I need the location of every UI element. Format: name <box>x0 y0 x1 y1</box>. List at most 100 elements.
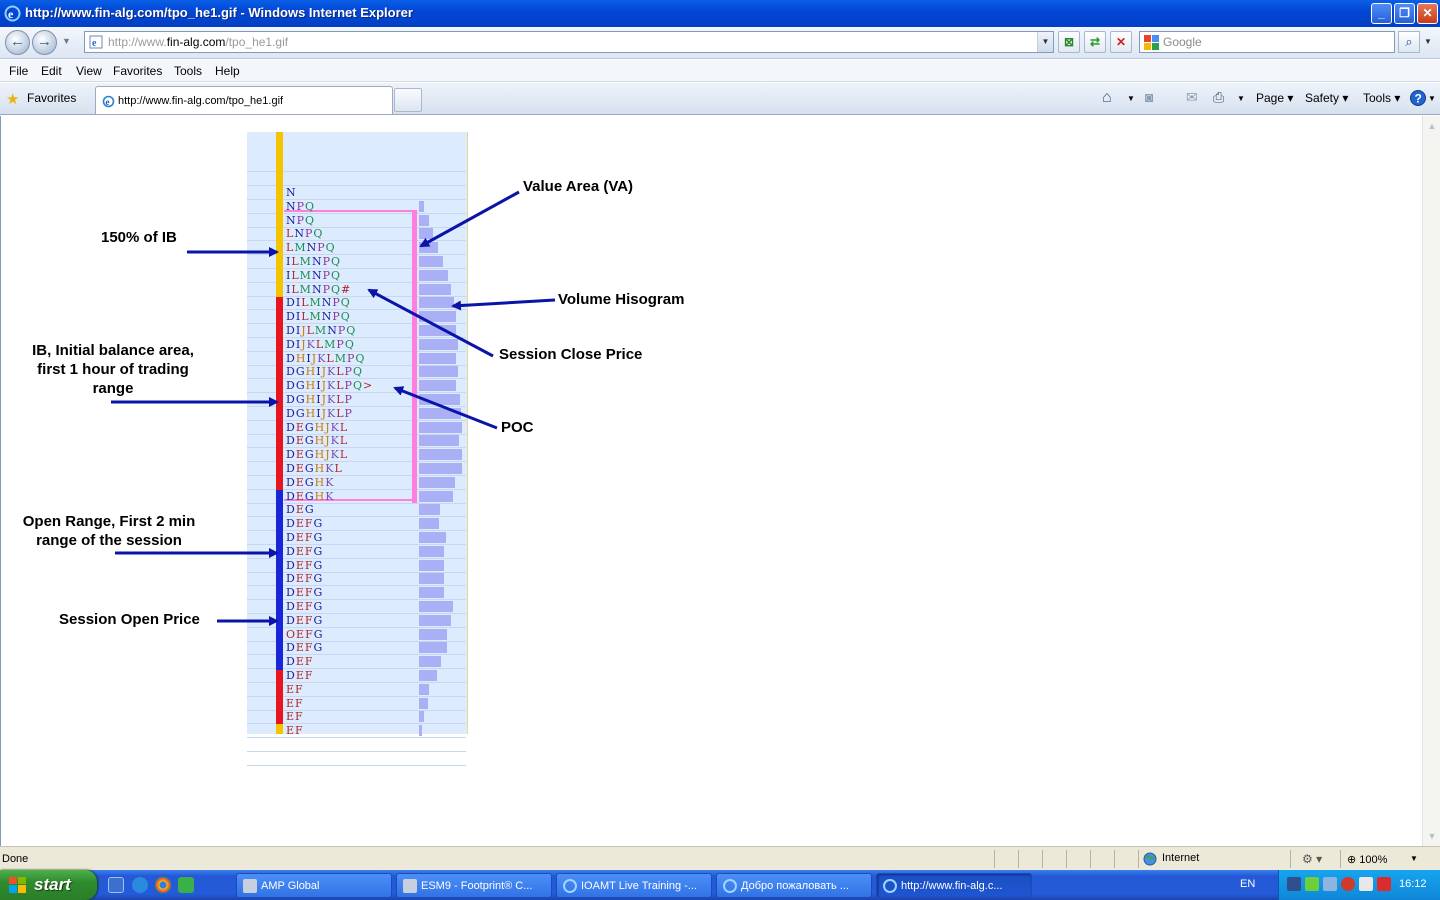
tray-sync-icon[interactable] <box>1323 877 1337 891</box>
status-bar: Done Internet ⚙ ▾ ⊕ 100% ▼ <box>0 846 1440 870</box>
label-volume-histogram: Volume Hisogram <box>558 291 685 308</box>
arrow-value-area <box>419 190 520 248</box>
help-icon[interactable]: ? <box>1409 89 1427 107</box>
favorites-bar: ★ Favorites e http://www.fin-alg.com/tpo… <box>0 83 1440 115</box>
page-content: N NPQ NPQ LNPQ LMNPQ ILMNPQ ILMNPQ ILMNPQ# DILMN… <box>0 116 1422 846</box>
annotation-arrows <box>111 190 556 626</box>
label-open-range: Open Range, First 2 min range of the ses… <box>22 513 196 549</box>
feeds-icon[interactable]: ◙ <box>1145 89 1163 107</box>
arrow-volume-histogram <box>451 298 556 311</box>
address-field[interactable]: e http://www.fin-alg.com/tpo_he1.gif ▼ <box>84 31 1054 53</box>
minimize-button[interactable]: _ <box>1371 3 1392 24</box>
google-icon <box>1144 35 1159 50</box>
stop-icon[interactable]: ✕ <box>1110 31 1132 53</box>
taskbar-item-ioamt[interactable]: IOAMT Live Training -... <box>556 873 712 898</box>
tray-network-icon[interactable] <box>1287 877 1301 891</box>
zone-label: Internet <box>1162 852 1200 864</box>
scroll-down-icon[interactable]: ▼ <box>1424 828 1440 844</box>
svg-text:e: e <box>8 7 14 21</box>
svg-text:?: ? <box>1415 92 1422 106</box>
taskbar-item-fin-alg[interactable]: http://www.fin-alg.c... <box>876 873 1032 898</box>
quicklaunch-app-icon[interactable] <box>178 877 194 893</box>
address-url: http://www.fin-alg.com/tpo_he1.gif <box>108 35 289 49</box>
system-tray: 16:12 <box>1278 870 1440 900</box>
label-initial-balance: IB, Initial balance area, first 1 hour o… <box>32 342 194 397</box>
print-dropdown-icon[interactable]: ▼ <box>1237 94 1245 103</box>
tray-update-icon[interactable] <box>1359 877 1373 891</box>
menu-favorites[interactable]: Favorites <box>113 64 162 78</box>
label-open-price: Session Open Price <box>59 611 200 628</box>
menu-edit[interactable]: Edit <box>41 64 62 78</box>
taskbar-item-amp-global[interactable]: AMP Global <box>236 873 392 898</box>
label-150-ib: 150% of IB <box>101 229 177 246</box>
menu-view[interactable]: View <box>76 64 102 78</box>
tab-page-icon: e <box>102 95 115 108</box>
protected-mode-icon[interactable]: ⚙ ▾ <box>1302 852 1322 866</box>
help-dropdown-icon[interactable]: ▼ <box>1428 94 1436 103</box>
tools-menu[interactable]: Tools ▾ <box>1363 91 1400 105</box>
arrow-close-price <box>367 288 494 358</box>
menu-file[interactable]: File <box>9 64 28 78</box>
status-text: Done <box>2 853 29 865</box>
restore-button[interactable]: ❐ <box>1394 3 1415 24</box>
vertical-scrollbar[interactable]: ▲ ▼ <box>1422 116 1440 846</box>
address-dropdown-icon[interactable]: ▼ <box>1037 32 1053 52</box>
quicklaunch-desktop-icon[interactable] <box>108 877 124 893</box>
favorites-star-icon[interactable]: ★ <box>6 90 19 108</box>
tray-messenger-icon[interactable] <box>1305 877 1319 891</box>
page-menu[interactable]: Page ▾ <box>1256 91 1293 105</box>
label-value-area: Value Area (VA) <box>523 178 634 195</box>
home-icon[interactable]: ⌂ <box>1102 89 1120 107</box>
ie-task-icon <box>883 879 897 893</box>
svg-text:e: e <box>106 97 110 107</box>
taskbar: start AMP Global ESM9 - Footprint® C... … <box>0 870 1440 900</box>
refresh-icon[interactable]: ⇄ <box>1084 31 1106 53</box>
zoom-level[interactable]: ⊕ 100% <box>1347 853 1387 866</box>
menu-help[interactable]: Help <box>215 64 240 78</box>
new-tab-button[interactable] <box>394 88 422 112</box>
label-close-price: Session Close Price <box>499 346 643 363</box>
search-button[interactable]: ⌕ <box>1398 31 1420 53</box>
close-button[interactable]: ✕ <box>1417 3 1438 24</box>
safety-menu[interactable]: Safety ▾ <box>1305 91 1348 105</box>
back-button[interactable]: ← <box>5 30 30 55</box>
home-dropdown-icon[interactable]: ▼ <box>1127 94 1135 103</box>
tray-app-icon[interactable] <box>1377 877 1391 891</box>
menu-tools[interactable]: Tools <box>174 64 202 78</box>
svg-text:e: e <box>92 38 97 49</box>
zoom-dropdown-icon[interactable]: ▼ <box>1410 854 1418 863</box>
tray-antivirus-icon[interactable] <box>1341 877 1355 891</box>
clock: 16:12 <box>1399 878 1427 890</box>
quicklaunch-ie-icon[interactable] <box>132 877 148 893</box>
tab-current[interactable]: e http://www.fin-alg.com/tpo_he1.gif <box>95 86 393 114</box>
amp-footprint-icon <box>403 879 417 893</box>
compatibility-icon[interactable]: ⊠ <box>1058 31 1080 53</box>
title-bar[interactable]: e http://www.fin-alg.com/tpo_he1.gif - W… <box>0 0 1440 27</box>
scroll-up-icon[interactable]: ▲ <box>1424 118 1440 134</box>
search-input[interactable]: Google <box>1139 31 1395 53</box>
amp-icon <box>243 879 257 893</box>
windows-flag-icon <box>9 877 26 893</box>
search-placeholder: Google <box>1163 35 1202 49</box>
print-icon[interactable]: ⎙ <box>1213 89 1231 107</box>
search-options-icon[interactable]: ▼ <box>1424 37 1432 46</box>
arrow-poc <box>393 386 498 430</box>
tab-label: http://www.fin-alg.com/tpo_he1.gif <box>118 95 284 107</box>
forward-button[interactable]: → <box>32 30 57 55</box>
internet-zone-icon <box>1143 852 1157 866</box>
page-icon: e <box>89 35 103 49</box>
window-title: http://www.fin-alg.com/tpo_he1.gif - Win… <box>25 5 413 20</box>
taskbar-item-footprint[interactable]: ESM9 - Footprint® C... <box>396 873 552 898</box>
favorites-button[interactable]: Favorites <box>27 91 76 105</box>
quicklaunch-chrome-icon[interactable] <box>155 877 171 893</box>
ie-task-icon <box>723 879 737 893</box>
ie-task-icon <box>563 879 577 893</box>
ie-logo-icon: e <box>4 5 21 22</box>
label-poc: POC <box>501 419 534 436</box>
menu-bar: File Edit View Favorites Tools Help <box>0 60 1440 82</box>
history-dropdown-icon[interactable]: ▼ <box>62 36 71 46</box>
mail-icon[interactable]: ✉ <box>1186 89 1204 107</box>
taskbar-item-welcome[interactable]: Добро пожаловать ... <box>716 873 872 898</box>
language-indicator[interactable]: EN <box>1240 878 1255 890</box>
start-button[interactable]: start <box>0 870 97 900</box>
